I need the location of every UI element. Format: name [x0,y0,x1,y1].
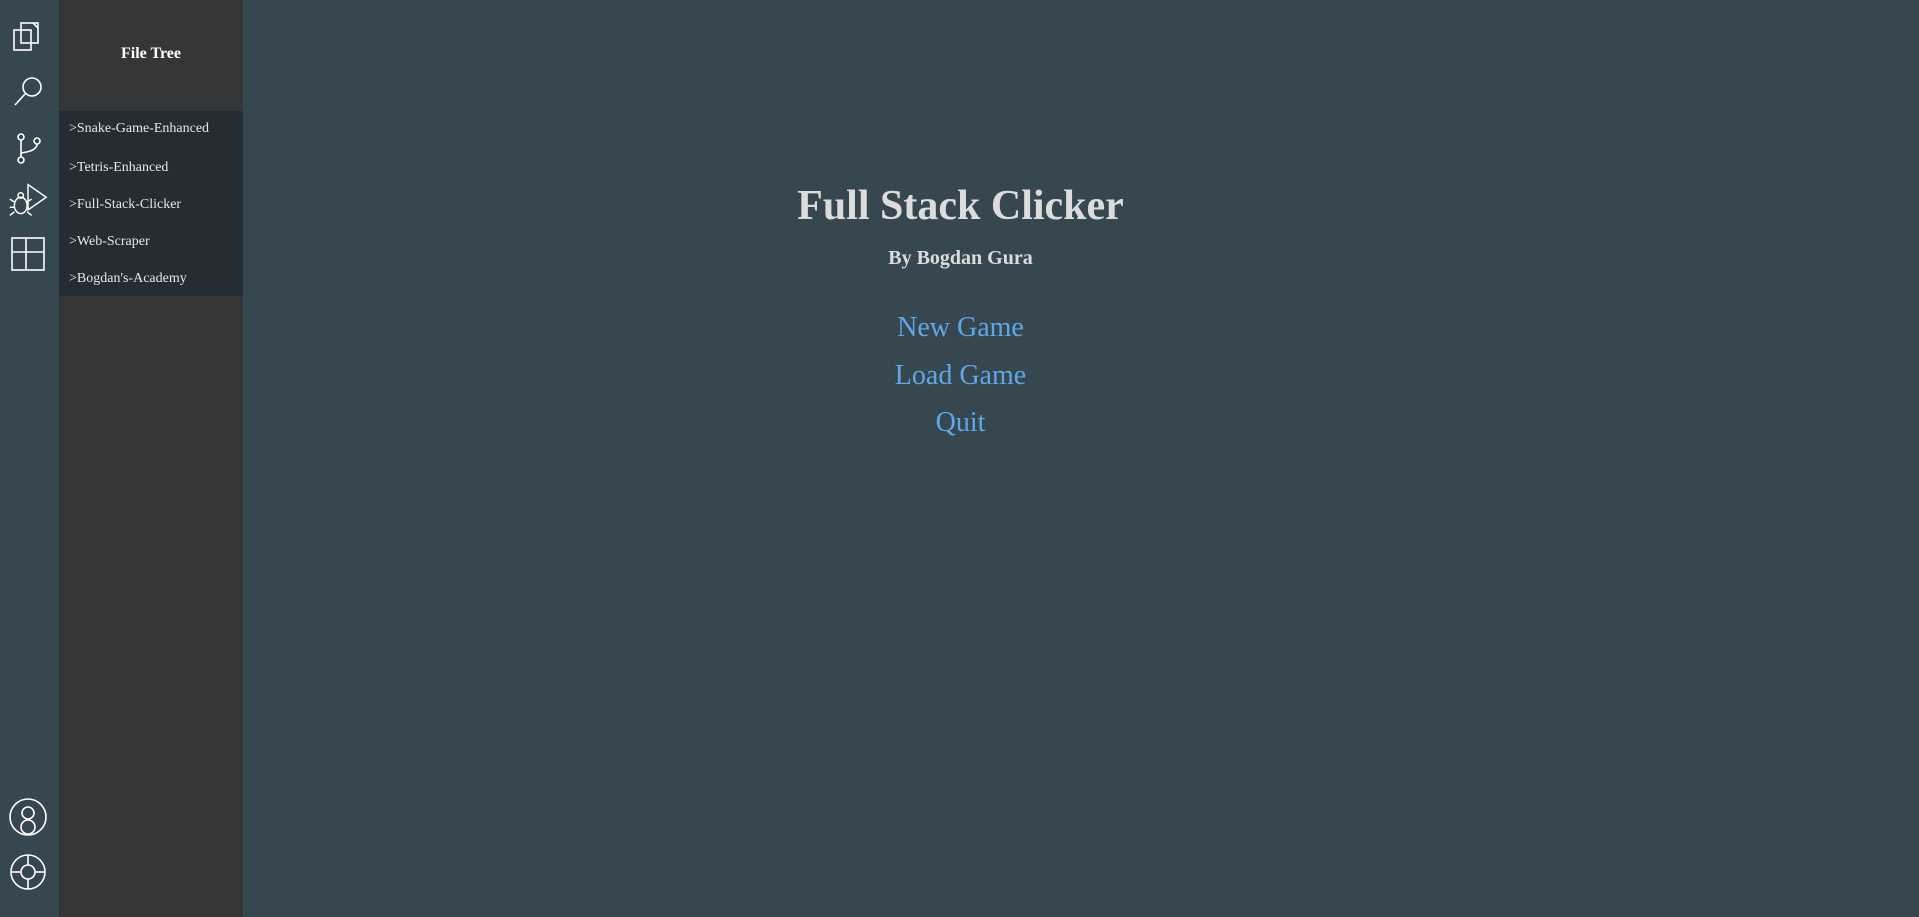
app-window: File Tree >Snake-Game-Enhanced >Tetris-E… [0,0,1919,917]
tree-item-full-stack-clicker[interactable]: >Full-Stack-Clicker [59,186,243,223]
game-title: Full Stack Clicker [797,183,1124,229]
tree-item-snake-game-enhanced[interactable]: >Snake-Game-Enhanced [59,111,243,149]
main-content: Full Stack Clicker By Bogdan Gura New Ga… [243,0,1919,917]
account-icon[interactable] [8,797,48,837]
new-game-link[interactable]: New Game [243,312,1678,344]
search-icon[interactable] [8,71,48,111]
source-control-icon[interactable] [8,128,48,168]
activity-bar [0,0,59,917]
settings-icon[interactable] [8,852,48,892]
extensions-icon[interactable] [8,234,48,274]
tree-item-tetris-enhanced[interactable]: >Tetris-Enhanced [59,149,243,186]
sidebar-title: File Tree [121,45,181,62]
quit-link[interactable]: Quit [243,407,1678,439]
game-author: By Bogdan Gura [888,247,1033,269]
file-tree-sidebar: File Tree >Snake-Game-Enhanced >Tetris-E… [59,0,243,917]
explorer-icon[interactable] [8,16,48,56]
tree-item-web-scraper[interactable]: >Web-Scraper [59,223,243,260]
run-debug-icon[interactable] [8,180,48,220]
tree-item-bogdans-academy[interactable]: >Bogdan's-Academy [59,260,243,297]
file-tree-list: >Snake-Game-Enhanced >Tetris-Enhanced >F… [59,111,243,296]
load-game-link[interactable]: Load Game [243,360,1678,392]
